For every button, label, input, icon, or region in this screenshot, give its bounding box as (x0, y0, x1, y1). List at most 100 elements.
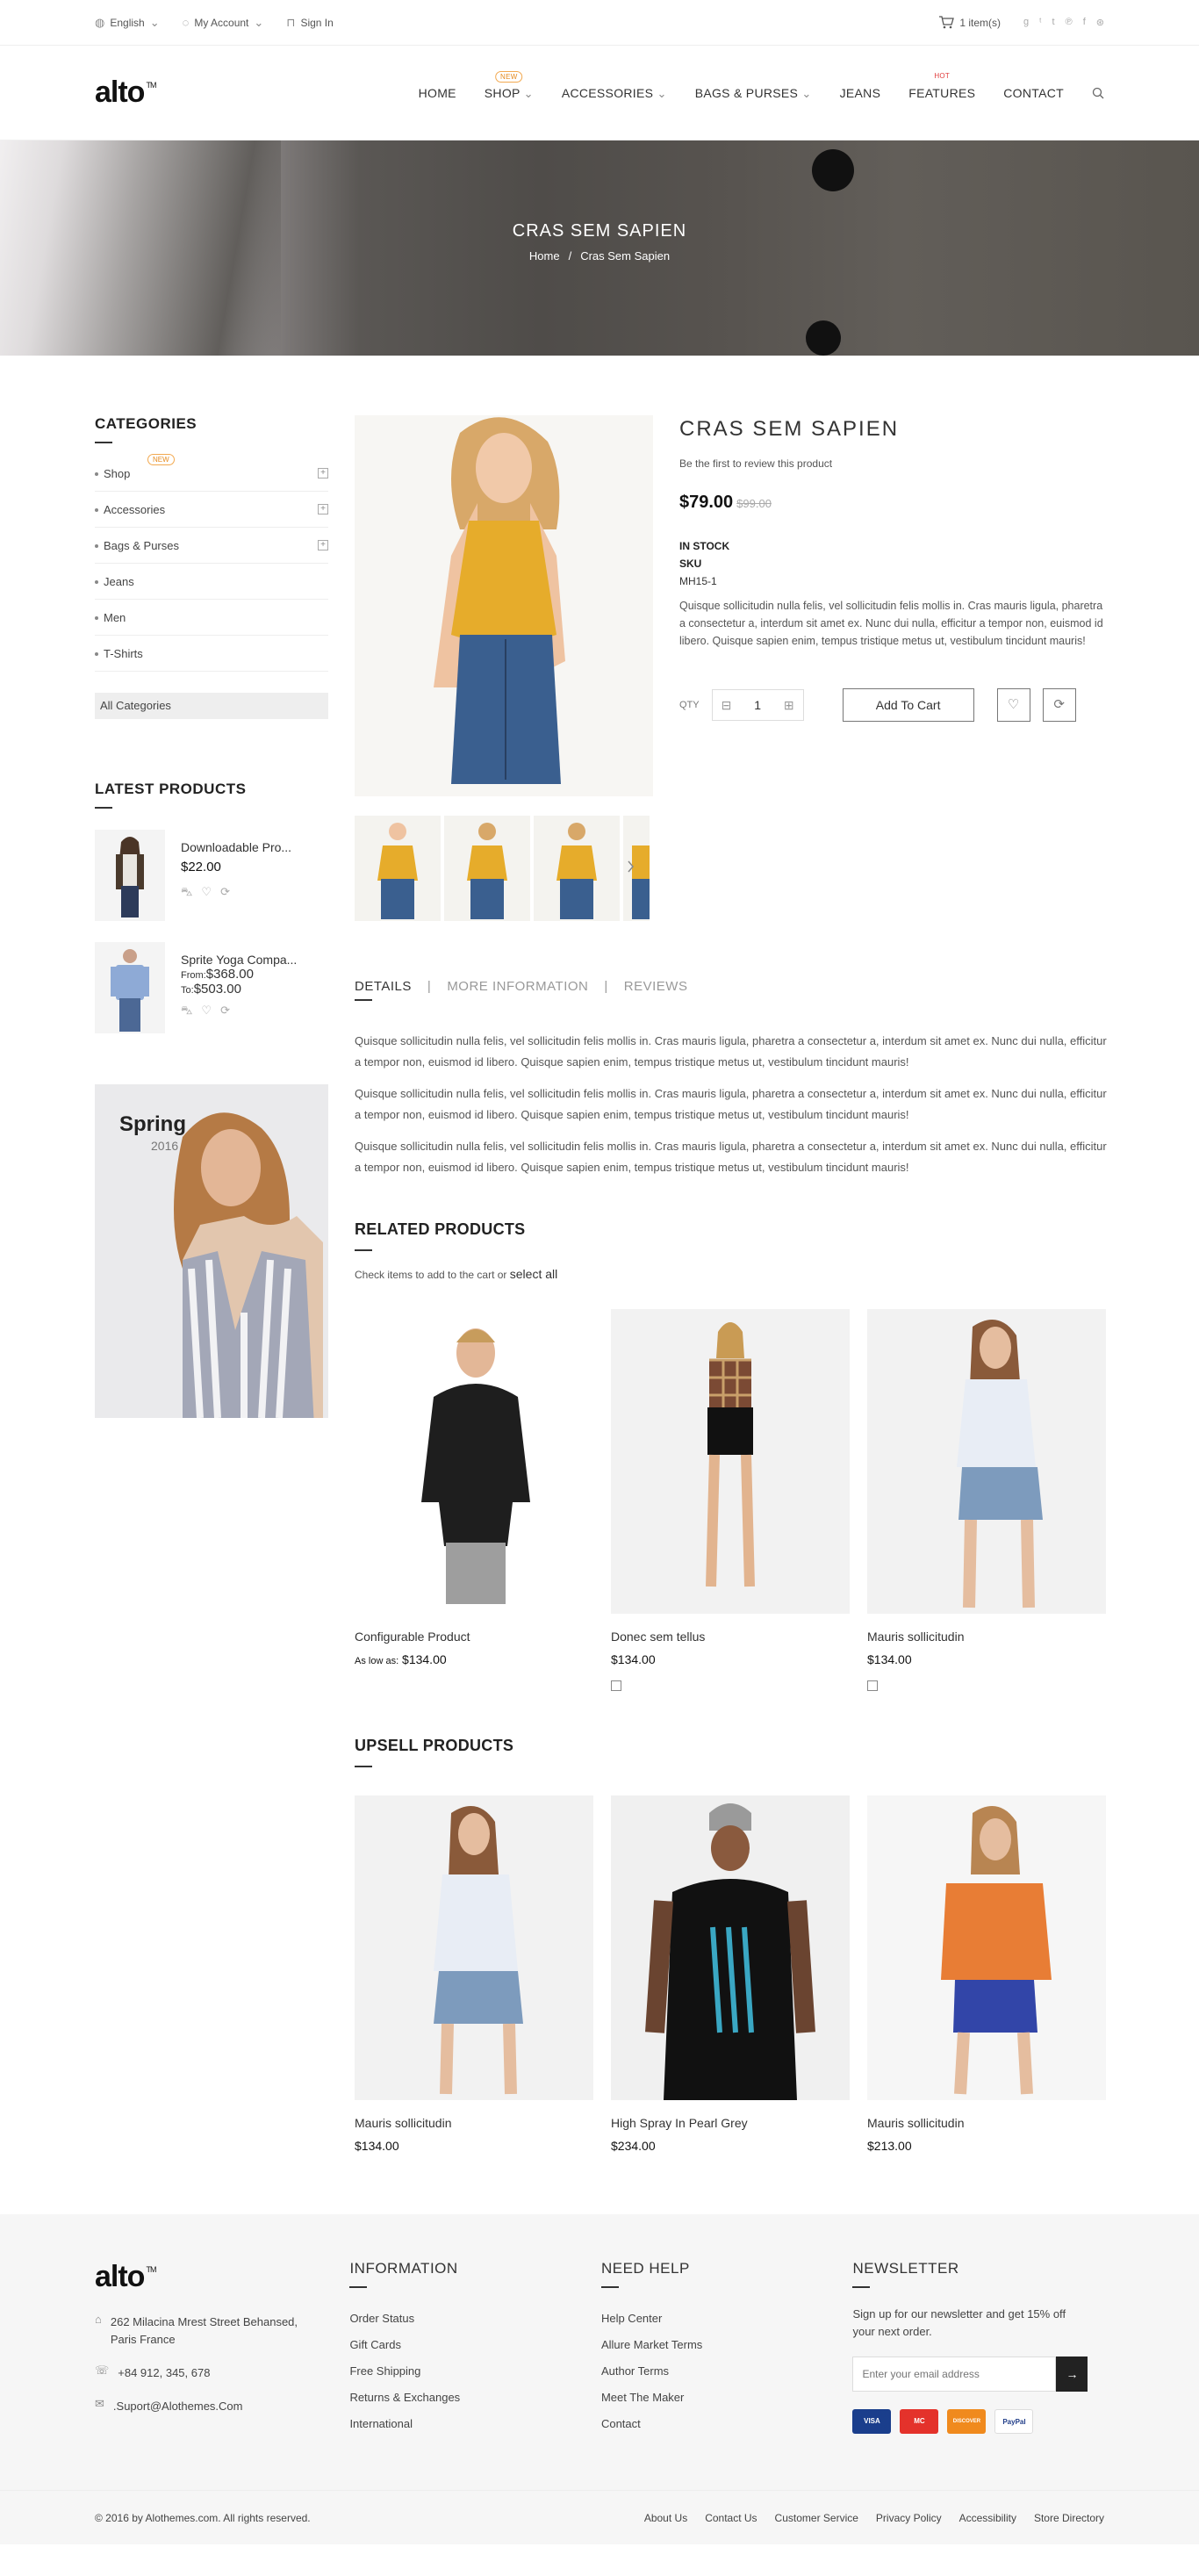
product-name[interactable]: Mauris sollicitudin (867, 2116, 1106, 2130)
mini-cart[interactable]: 1 item(s) (938, 16, 1001, 29)
nav-features[interactable]: HOT FEATURES (908, 70, 975, 100)
heart-icon[interactable]: ♡ (201, 885, 212, 901)
review-link[interactable]: Be the first to review this product (679, 457, 1109, 470)
compare-button[interactable]: ⟳ (1042, 688, 1076, 722)
thumbnail[interactable] (444, 816, 530, 921)
latest-product-item: Downloadable Pro... $22.00 ⛍ ♡ ⟳ (95, 830, 328, 921)
product-name[interactable]: Downloadable Pro... (181, 840, 291, 854)
footer-email[interactable]: .Suport@Alothemes.Com (113, 2398, 243, 2415)
category-item-jeans[interactable]: Jeans (95, 564, 328, 600)
nav-shop[interactable]: NEW SHOP ⌄ (485, 70, 534, 100)
tumblr-icon[interactable]: t (1052, 17, 1055, 28)
bottom-link[interactable]: Store Directory (1034, 2512, 1104, 2524)
footer-link[interactable]: Order Status (349, 2306, 601, 2332)
product-name[interactable]: High Spray In Pearl Grey (611, 2116, 850, 2130)
wishlist-button[interactable]: ♡ (996, 688, 1030, 722)
product-thumbnail[interactable] (95, 942, 165, 1033)
sign-in-link[interactable]: ⊓ Sign In (286, 17, 334, 29)
tab-reviews[interactable]: REVIEWS (624, 979, 688, 994)
google-plus-icon[interactable]: g (1023, 17, 1029, 28)
product-image[interactable] (355, 1795, 593, 2100)
newsletter-email-input[interactable] (852, 2357, 1057, 2392)
product-name[interactable]: Mauris sollicitudin (355, 2116, 593, 2130)
product-card: Mauris sollicitudin $134.00 (355, 1795, 593, 2153)
product-image[interactable] (867, 1309, 1106, 1614)
expand-icon[interactable]: + (318, 540, 328, 550)
footer-link[interactable]: Help Center (601, 2306, 853, 2332)
bottom-link[interactable]: Customer Service (775, 2512, 858, 2524)
plus-icon[interactable]: ⊞ (784, 698, 794, 713)
breadcrumb-home[interactable]: Home (529, 249, 560, 263)
add-to-cart-checkbox[interactable] (867, 1680, 878, 1691)
product-image[interactable] (611, 1795, 850, 2100)
related-products-heading: RELATED PRODUCTS (355, 1220, 1109, 1251)
promo-banner[interactable]: Spring 2016 (95, 1084, 328, 1418)
nav-home[interactable]: HOME (419, 86, 456, 100)
product-main-image[interactable] (355, 415, 653, 796)
nav-contact[interactable]: CONTACT (1003, 86, 1064, 100)
category-item-t-shirts[interactable]: T-Shirts (95, 636, 328, 672)
footer-link[interactable]: Contact (601, 2411, 853, 2437)
language-selector[interactable]: ◍ English ⌄ (95, 17, 160, 29)
thumbnail[interactable] (623, 816, 650, 921)
site-logo[interactable]: alto TM (95, 76, 156, 110)
product-image[interactable] (867, 1795, 1106, 2100)
my-account-menu[interactable]: ◌ My Account ⌄ (183, 17, 264, 29)
all-categories-select[interactable]: All Categories (95, 693, 328, 719)
footer-link[interactable]: Returns & Exchanges (349, 2385, 601, 2411)
bottom-link[interactable]: About Us (644, 2512, 687, 2524)
dribbble-icon[interactable]: ⊛ (1096, 17, 1104, 28)
product-name[interactable]: Sprite Yoga Compa... (181, 953, 297, 967)
footer-link[interactable]: International (349, 2411, 601, 2437)
facebook-icon[interactable]: f (1083, 17, 1086, 28)
select-all-link[interactable]: select all (510, 1267, 557, 1281)
phone-icon: ☏ (95, 2364, 110, 2377)
expand-icon[interactable]: + (318, 468, 328, 479)
footer-logo[interactable]: alto TM (95, 2260, 349, 2294)
add-to-cart-checkbox[interactable] (611, 1680, 621, 1691)
bottom-link[interactable]: Contact Us (705, 2512, 757, 2524)
compare-icon[interactable]: ⟳ (220, 1004, 230, 1019)
tab-details[interactable]: DETAILS (355, 979, 412, 1001)
product-name[interactable]: Donec sem tellus (611, 1630, 850, 1644)
newsletter-submit-button[interactable]: → (1056, 2357, 1088, 2392)
expand-icon[interactable]: + (318, 504, 328, 514)
bullet (95, 652, 98, 657)
product-name[interactable]: Configurable Product (355, 1630, 593, 1644)
compare-icon[interactable]: ⟳ (220, 885, 230, 901)
product-name[interactable]: Mauris sollicitudin (867, 1630, 1106, 1644)
thumbnail[interactable] (534, 816, 620, 921)
footer-link[interactable]: Free Shipping (349, 2358, 601, 2385)
minus-icon[interactable]: ⊟ (722, 698, 732, 713)
category-item-bags-purses[interactable]: Bags & Purses + (95, 528, 328, 564)
quantity-stepper[interactable]: ⊟ 1 ⊞ (711, 689, 804, 721)
heart-icon[interactable]: ♡ (201, 1004, 212, 1019)
bottom-links: About Us Contact Us Customer Service Pri… (644, 2512, 1104, 2524)
category-label: Shop (104, 466, 131, 480)
add-to-cart-button[interactable]: Add To Cart (842, 688, 974, 722)
footer-link[interactable]: Allure Market Terms (601, 2332, 853, 2358)
category-item-men[interactable]: Men (95, 600, 328, 636)
search-icon[interactable] (1092, 87, 1104, 99)
nav-bags-purses[interactable]: BAGS & PURSES ⌄ (695, 86, 812, 100)
chevron-down-icon: ⌄ (254, 16, 264, 29)
pinterest-icon[interactable]: ℗ (1066, 17, 1073, 28)
nav-jeans[interactable]: JEANS (840, 86, 881, 100)
thumbnail[interactable] (355, 816, 441, 921)
twitter-icon[interactable]: ᵗ (1039, 17, 1041, 28)
footer-link[interactable]: Author Terms (601, 2358, 853, 2385)
product-image[interactable] (611, 1309, 850, 1614)
product-thumbnail[interactable] (95, 830, 165, 921)
category-item-accessories[interactable]: Accessories + (95, 492, 328, 528)
nav-accessories[interactable]: ACCESSORIES ⌄ (562, 86, 667, 100)
cart-icon[interactable]: ⛍ (181, 885, 192, 901)
tab-more-information[interactable]: MORE INFORMATION (447, 979, 588, 994)
cart-icon[interactable]: ⛍ (181, 1004, 192, 1019)
bottom-link[interactable]: Privacy Policy (876, 2512, 942, 2524)
footer-link[interactable]: Gift Cards (349, 2332, 601, 2358)
quantity-input[interactable]: 1 (754, 698, 761, 712)
bottom-link[interactable]: Accessibility (959, 2512, 1016, 2524)
category-item-shop[interactable]: Shop NEW + (95, 454, 328, 492)
footer-link[interactable]: Meet The Maker (601, 2385, 853, 2411)
product-image[interactable] (355, 1309, 593, 1614)
